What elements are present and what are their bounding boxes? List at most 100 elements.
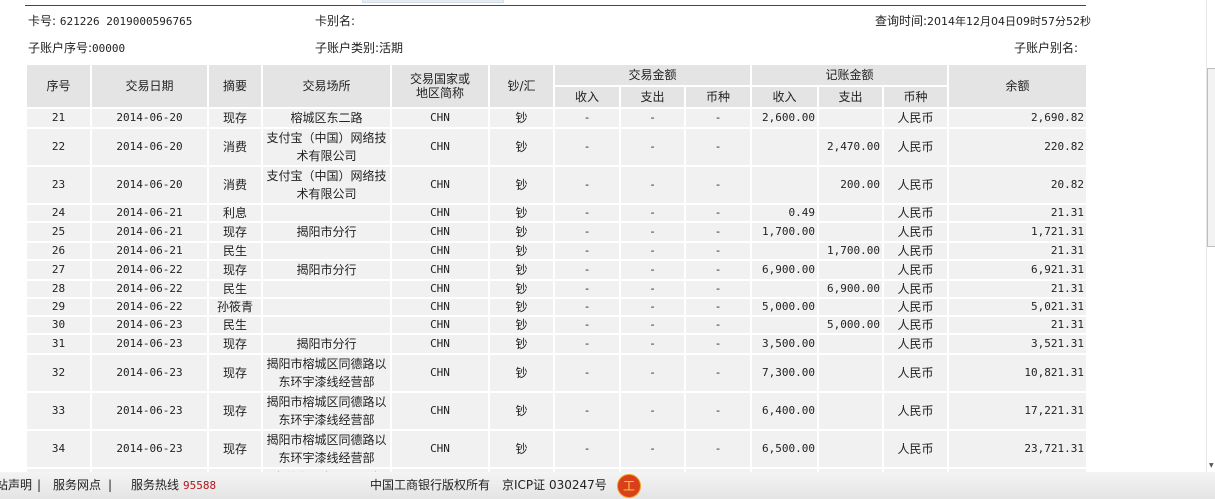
cell-balance: 21.31 [947,241,1086,261]
cell-cash: 钞 [488,279,555,299]
cell-place: 榕城区东二路 [261,107,392,129]
table-row: 28 2014-06-22 民生 CHN 钞 - - -6,900.00 人民币 21.31 [25,279,1086,299]
cell-b-in: 7,300.00 [750,353,819,393]
cell-date: 2014-06-21 [90,203,209,223]
query-time-label: 查询时间: [874,14,928,28]
cell-date: 2014-06-21 [90,241,209,261]
card-alias-label: 卡别名: [315,14,356,28]
cell-t-cur: - [684,127,752,167]
cell-cash: 钞 [488,165,555,205]
cell-seq: 29 [25,297,92,317]
header-cash: 钞/汇 [488,63,555,109]
cell-b-out [817,221,884,243]
cell-b-in: 3,500.00 [750,333,819,355]
cell-balance: 21.31 [947,315,1086,335]
cell-summary: 现存 [207,107,263,129]
cell-b-cur: 人民币 [882,241,949,261]
cell-place [261,203,392,223]
cell-b-out: 200.00 [817,165,884,205]
cell-t-cur: - [684,333,752,355]
table-row: 34 2014-06-23 现存 揭阳市榕城区同德路以东环宇漆线经营部 CHN 钞 - - -6… [25,429,1086,469]
cell-seq: 34 [25,429,92,469]
cell-b-out [817,333,884,355]
cell-balance: 21.31 [947,279,1086,299]
cell-t-cur: - [684,279,752,299]
cell-seq: 30 [25,315,92,335]
cell-b-cur: 人民币 [882,333,949,355]
cell-b-in: 2,600.00 [750,107,819,129]
cell-b-in: 0.49 [750,203,819,223]
cell-cash: 钞 [488,353,555,393]
cell-seq: 24 [25,203,92,223]
cell-t-cur: - [684,259,752,281]
cell-country: CHN [390,353,490,393]
footer-link-outlets[interactable]: 服务网点 [53,472,101,499]
cell-summary: 现存 [207,333,263,355]
table-row: 25 2014-06-21 现存 揭阳市分行 CHN 钞 - - -1,700.00 人民币 1,7… [25,221,1086,243]
cell-summary: 现存 [207,259,263,281]
cell-place: 揭阳市榕城区同德路以东环宇漆线经营部 [261,391,392,431]
header-seq: 序号 [25,63,92,109]
header-trade-expense: 支出 [619,85,686,109]
cell-date: 2014-06-23 [90,391,209,431]
cell-cash: 钞 [488,333,555,355]
cell-b-cur: 人民币 [882,297,949,317]
footer: 站声明 | 服务网点 | 服务热线 95588 中国工商银行版权所有 京ICP证… [0,472,1215,499]
table-row: 21 2014-06-20 现存 榕城区东二路 CHN 钞 - - -2,600.00 人民币 2,… [25,107,1086,129]
cell-t-in: - [553,333,621,355]
cell-b-in [750,315,819,335]
cell-t-out: - [619,333,686,355]
cell-b-out: 5,000.00 [817,315,884,335]
cell-b-out [817,107,884,129]
cell-country: CHN [390,203,490,223]
cell-t-out: - [619,279,686,299]
cell-date: 2014-06-20 [90,107,209,129]
cell-seq: 23 [25,165,92,205]
cell-t-cur: - [684,241,752,261]
cell-place [261,315,392,335]
cell-t-out: - [619,165,686,205]
cell-b-in [750,165,819,205]
cell-b-cur: 人民币 [882,127,949,167]
cell-summary: 民生 [207,279,263,299]
cell-cash: 钞 [488,429,555,469]
cell-summary: 现存 [207,391,263,431]
cell-balance: 3,521.31 [947,333,1086,355]
footer-separator: | [108,478,113,492]
cell-b-out: 2,470.00 [817,127,884,167]
cell-t-cur: - [684,221,752,243]
scroll-down-arrow-icon[interactable]: ▼ [1209,462,1214,469]
sub-account-type-label: 子账户类别: [315,41,380,55]
header-balance: 余额 [947,63,1086,109]
footer-link-statement[interactable]: 站声明 [0,472,32,499]
cell-t-cur: - [684,165,752,205]
footer-icp[interactable]: 京ICP证 030247号 [502,472,607,499]
table-row: 26 2014-06-21 民生 CHN 钞 - - -1,700.00 人民币 21.31 [25,241,1086,261]
cell-summary: 利息 [207,203,263,223]
sub-account-no-value: 00000 [92,42,126,55]
cell-cash: 钞 [488,203,555,223]
transaction-table-container[interactable]: 序号 交易日期 摘要 交易场所 交易国家或地区简称 钞/汇 交易金额 记账金额 … [25,63,1086,472]
header-book-amount: 记账金额 [750,63,949,87]
cell-b-out [817,429,884,469]
cell-cash: 钞 [488,315,555,335]
cell-seq: 27 [25,259,92,281]
cell-t-in: - [553,127,621,167]
cell-b-in: 5,000.00 [750,297,819,317]
table-row: 30 2014-06-23 民生 CHN 钞 - - -5,000.00 人民币 21.31 [25,315,1086,335]
scrollbar-thumb[interactable] [1207,68,1215,247]
header-trade-income: 收入 [553,85,621,109]
cell-t-in: - [553,353,621,393]
cell-place: 揭阳市分行 [261,259,392,281]
cell-place [261,297,392,317]
cell-date: 2014-06-23 [90,353,209,393]
cell-t-in: - [553,107,621,129]
cell-t-out: - [619,297,686,317]
cell-balance: 5,021.31 [947,297,1086,317]
cell-balance: 20.82 [947,165,1086,205]
cell-place: 揭阳市榕城区同德路以东环宇漆线经营部 [261,429,392,469]
cell-t-cur: - [684,203,752,223]
footer-hotline-number: 95588 [183,479,217,492]
cell-b-out [817,391,884,431]
cell-b-cur: 人民币 [882,279,949,299]
